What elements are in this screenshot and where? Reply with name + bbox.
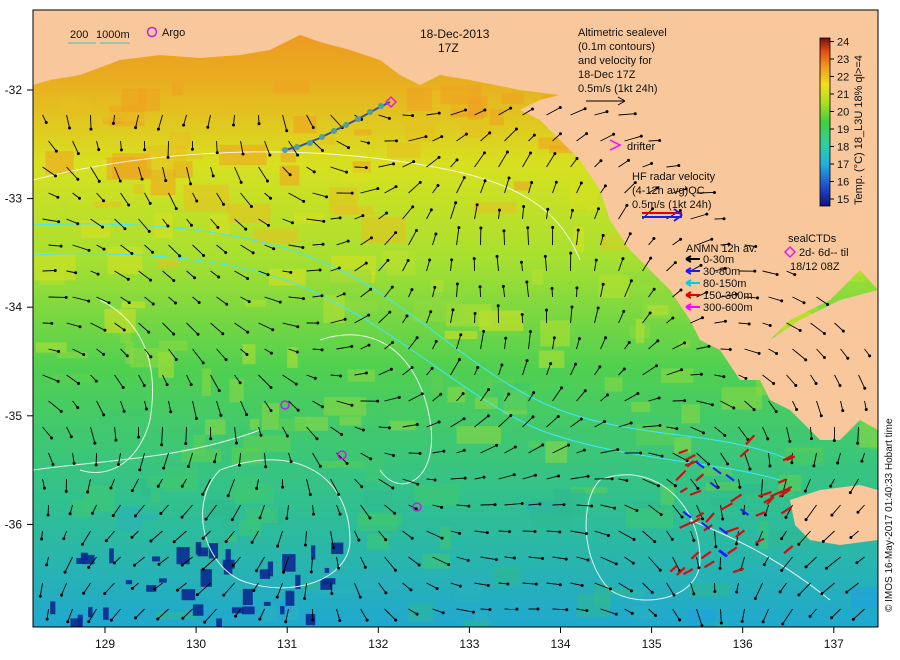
x-tick-label: 133 — [459, 637, 479, 651]
altimetric-line-1: Altimetric sealevel — [578, 27, 667, 39]
colorbar-tick-label: 21 — [837, 89, 849, 101]
colorbar-tick-label: 22 — [837, 72, 849, 84]
drifter-label: drifter — [627, 141, 655, 153]
colorbar-tick-label: 15 — [837, 194, 849, 206]
y-tick-label: -36 — [5, 517, 23, 531]
y-tick-label: -33 — [5, 192, 23, 206]
seal-ctds-title: sealCTDs — [788, 233, 837, 245]
x-tick-label: 137 — [824, 637, 844, 651]
y-axis: -32 -33 -34 -35 -36 — [5, 83, 33, 531]
x-tick-label: 129 — [95, 637, 115, 651]
colorbar-tick-label: 19 — [837, 124, 849, 136]
x-axis: 129 130 131 132 133 134 135 136 137 — [95, 627, 844, 651]
hf-radar-line-1: HF radar velocity — [632, 171, 716, 183]
argo-label: Argo — [162, 27, 185, 39]
map-date-title: 18-Dec-2013 — [420, 27, 490, 41]
altimetric-line-2: (0.1m contours) — [578, 41, 655, 53]
colorbar-label: Temp. (°C) 18_L3U 18% ql>=4 — [853, 55, 865, 205]
x-tick-label: 134 — [550, 637, 570, 651]
colorbar-tick-label: 18 — [837, 142, 849, 154]
anmn-depth-label: 30-80m — [703, 266, 740, 278]
map-time-title: 17Z — [438, 41, 459, 55]
x-tick-label: 132 — [368, 637, 388, 651]
y-tick-label: -34 — [5, 300, 23, 314]
altimetric-line-5: 0.5m/s (1kt 24h) — [578, 83, 657, 95]
bathy-1000-label: 1000m — [96, 29, 130, 41]
sst-map: 129 130 131 132 133 134 135 136 137 -32 -33 -34 -35… — [5, 9, 895, 651]
colorbar-gradient — [819, 37, 831, 207]
anmn-depth-label: 150-300m — [703, 290, 753, 302]
bathy-200-label: 200 — [70, 29, 88, 41]
colorbar-tick-label: 20 — [837, 107, 849, 119]
x-tick-label: 130 — [186, 637, 206, 651]
hf-radar-line-3: 0.5m/s (1kt 24h) — [632, 199, 711, 211]
bathy-legend: 200 1000m — [68, 29, 130, 44]
y-tick-label: -32 — [5, 83, 23, 97]
colorbar-tick-label: 17 — [837, 159, 849, 171]
altimetric-line-4: 18-Dec 17Z — [578, 69, 636, 81]
anmn-depth-label: 300-600m — [703, 302, 753, 314]
credit-text: © IMOS 16-May-2017 01:40:33 Hobart time — [884, 418, 895, 612]
colorbar-tick-label: 24 — [837, 37, 849, 49]
altimetric-line-3: and velocity for — [578, 55, 652, 67]
anmn-depth-label: 80-150m — [703, 278, 746, 290]
x-tick-label: 131 — [277, 637, 297, 651]
colorbar-tick-label: 16 — [837, 177, 849, 189]
x-tick-label: 135 — [642, 637, 662, 651]
anmn-depth-label: 0-30m — [703, 254, 734, 266]
y-tick-label: -35 — [5, 409, 23, 423]
hf-radar-line-2: (4-12h avg)QC — [632, 185, 705, 197]
colorbar-tick-label: 23 — [837, 54, 849, 66]
seal-ctds-line-1: 2d- 6d-- til — [799, 247, 849, 259]
seal-ctds-line-2: 18/12 08Z — [790, 261, 840, 273]
x-tick-label: 136 — [733, 637, 753, 651]
